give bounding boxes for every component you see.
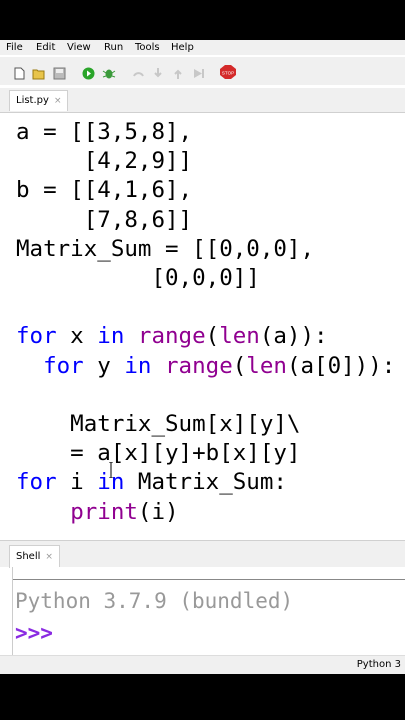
code-line: [7,8,6]] <box>16 206 193 233</box>
stop-icon[interactable]: STOP <box>220 64 236 79</box>
resume-icon[interactable] <box>192 65 205 78</box>
shell-banner: Python 3.7.9 (bundled) <box>15 589 294 613</box>
open-folder-icon[interactable] <box>32 65 45 80</box>
run-icon[interactable] <box>82 65 95 80</box>
toolbar: STOP <box>0 57 405 85</box>
shell-prompt[interactable]: >>> <box>15 621 53 645</box>
code-line: for x in range(len(a)): <box>16 323 328 350</box>
tab-list-py[interactable]: List.py × <box>9 90 69 111</box>
step-over-icon[interactable] <box>132 65 145 78</box>
code-line: [0,0,0]] <box>16 265 260 292</box>
code-line: Matrix_Sum[x][y]\ <box>16 411 301 438</box>
close-icon[interactable]: × <box>45 552 53 562</box>
stop-icon-text: STOP <box>222 71 234 76</box>
text-cursor-icon <box>108 461 113 479</box>
code-line: = a[x][y]+b[x][y] <box>16 440 301 467</box>
step-out-icon[interactable] <box>172 65 185 79</box>
menu-view[interactable]: View <box>67 40 91 55</box>
tab-label: List.py <box>16 95 49 106</box>
status-interpreter[interactable]: Python 3 <box>357 656 401 674</box>
menu-edit[interactable]: Edit <box>36 40 55 55</box>
new-file-icon[interactable] <box>13 65 26 80</box>
menu-bar: File Edit View Run Tools Help <box>0 40 405 55</box>
code-editor[interactable]: a = [[3,5,8], [4,2,9]] b = [[4,1,6], [7,… <box>0 113 405 531</box>
code-text: a = [[3,5,8], [4,2,9]] b = [[4,1,6], [7,… <box>16 118 395 527</box>
close-icon[interactable]: × <box>54 96 62 106</box>
tab-shell[interactable]: Shell × <box>9 545 60 568</box>
editor-tab-bar: List.py × <box>0 88 405 113</box>
menu-tools[interactable]: Tools <box>135 40 160 55</box>
debug-icon[interactable] <box>102 65 116 79</box>
shell-divider <box>13 579 405 580</box>
code-line: b = [[4,1,6], <box>16 177 193 204</box>
step-into-icon[interactable] <box>152 65 165 78</box>
status-bar: Python 3 <box>0 655 405 674</box>
code-line: print(i) <box>70 498 179 525</box>
thonny-window: File Edit View Run Tools Help STOP List.… <box>0 40 405 674</box>
menu-help[interactable]: Help <box>171 40 194 55</box>
menu-file[interactable]: File <box>6 40 23 55</box>
shell-tab-bar: Shell × <box>0 540 405 568</box>
code-line: for y in range(len(a[0])): <box>43 352 396 379</box>
code-line: [4,2,9]] <box>16 148 193 175</box>
code-line: a = [[3,5,8], <box>16 119 193 145</box>
menu-run[interactable]: Run <box>104 40 123 55</box>
code-line: Matrix_Sum = [[0,0,0], <box>16 235 315 262</box>
code-line: for i in Matrix_Sum: <box>16 469 287 496</box>
save-icon[interactable] <box>53 65 66 80</box>
shell-tab-label: Shell <box>16 551 41 562</box>
